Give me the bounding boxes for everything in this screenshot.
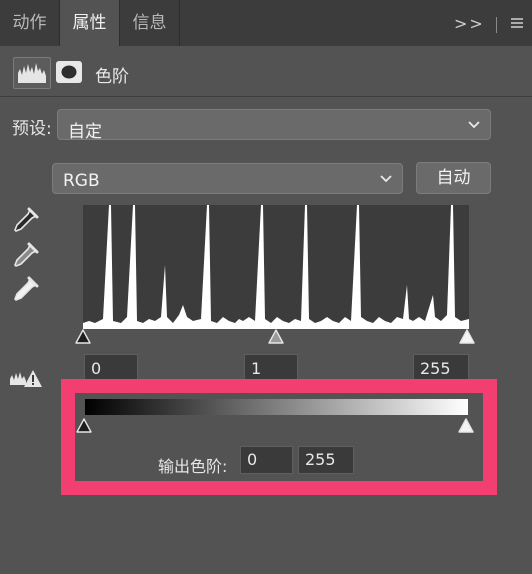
output-levels-label: 输出色阶: bbox=[158, 457, 228, 476]
tab-properties[interactable]: 属性 bbox=[60, 0, 120, 46]
input-black-slider[interactable] bbox=[75, 329, 91, 345]
chevron-down-icon bbox=[468, 121, 480, 129]
gray-point-eyedropper-icon[interactable] bbox=[10, 241, 40, 271]
preset-label: 预设: bbox=[12, 119, 52, 139]
preset-value: 自定 bbox=[68, 122, 102, 142]
input-white-slider[interactable] bbox=[459, 329, 475, 345]
adjustment-title: 色阶 bbox=[95, 67, 129, 87]
levels-histogram-icon[interactable] bbox=[13, 57, 51, 89]
output-white-field[interactable]: 255 bbox=[298, 446, 354, 474]
layer-mask-icon[interactable] bbox=[55, 59, 83, 85]
preset-dropdown[interactable]: 自定 bbox=[57, 109, 491, 142]
input-gamma-slider[interactable] bbox=[268, 329, 284, 345]
output-white-slider[interactable] bbox=[458, 418, 474, 434]
black-point-eyedropper-icon[interactable] bbox=[10, 206, 40, 236]
output-black-slider[interactable] bbox=[76, 418, 92, 434]
channel-dropdown[interactable]: RGB bbox=[52, 163, 403, 194]
chevron-down-icon bbox=[380, 175, 392, 183]
panel-menu-icon[interactable]: >> bbox=[454, 14, 524, 34]
tab-info[interactable]: 信息 bbox=[120, 0, 180, 46]
auto-button[interactable]: 自动 bbox=[416, 162, 491, 194]
header-divider bbox=[0, 96, 532, 97]
output-levels-highlight bbox=[61, 379, 497, 495]
tab-actions[interactable]: 动作 bbox=[0, 0, 60, 46]
output-black-field[interactable]: 0 bbox=[240, 446, 293, 474]
panel-tab-bar: 动作 属性 信息 >> bbox=[0, 0, 532, 46]
channel-value: RGB bbox=[63, 171, 100, 191]
white-point-eyedropper-icon[interactable] bbox=[10, 275, 40, 305]
histogram bbox=[83, 205, 469, 329]
output-gradient-bar bbox=[85, 399, 468, 415]
clipping-warning-icon[interactable] bbox=[9, 367, 43, 389]
